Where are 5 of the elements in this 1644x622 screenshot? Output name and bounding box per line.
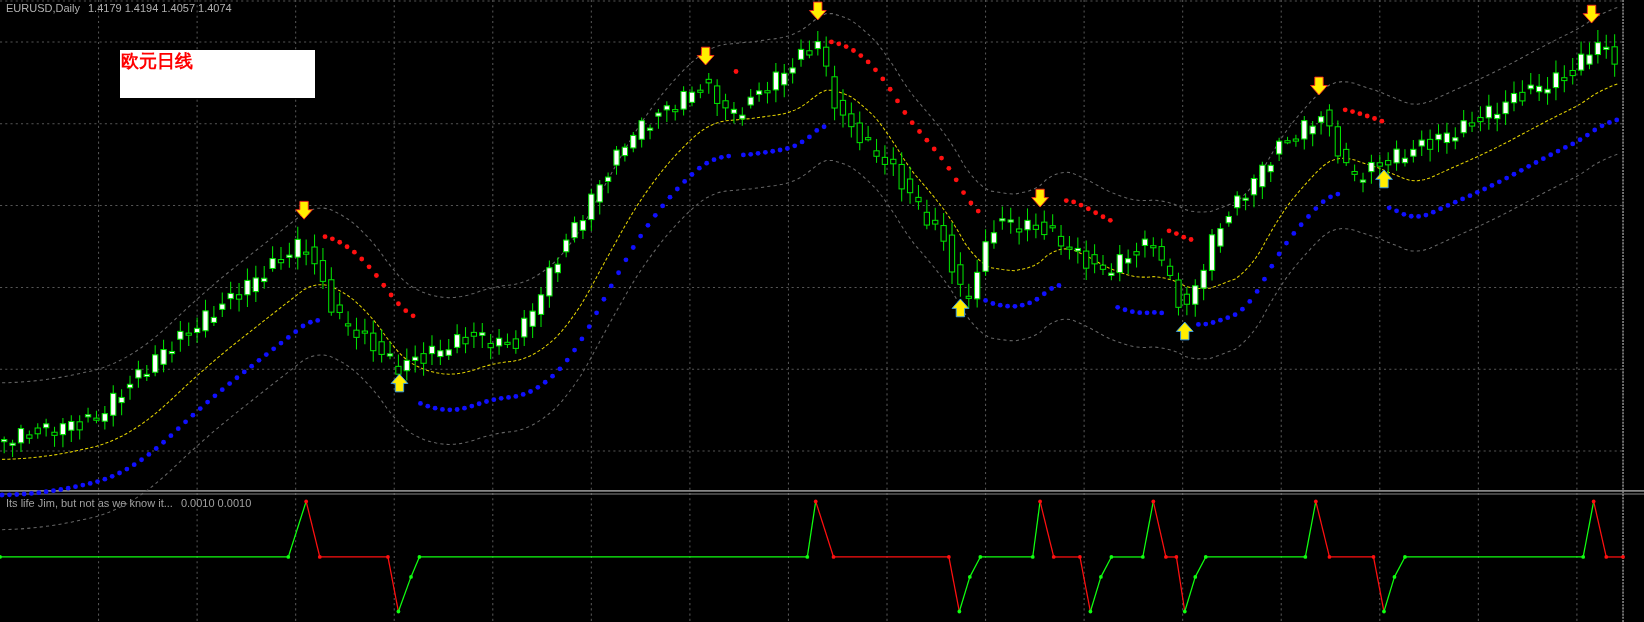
symbol-label: EURUSD,Daily [6,2,80,14]
indicator-values: 0.0010 0.0010 [180,497,252,509]
indicator-title: Its life Jim, but not as we know it... [6,497,173,509]
ohlc-values: 1.4179 1.4194 1.4057 1.4074 [87,2,232,14]
chart-label: 欧元日线 [120,50,315,98]
